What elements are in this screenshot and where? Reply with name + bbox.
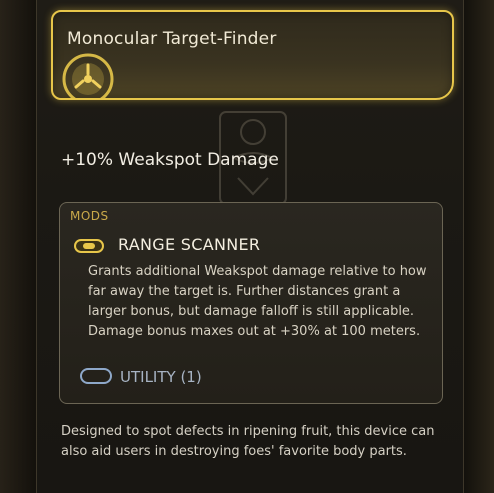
- item-tooltip-card: Monocular Target-Finder +10% Weakspot Da…: [36, 0, 464, 493]
- item-name: Monocular Target-Finder: [67, 29, 277, 49]
- mods-section-label: MODS: [70, 209, 109, 223]
- game-scene: Monocular Target-Finder +10% Weakspot Da…: [0, 0, 494, 493]
- flavor-text: Designed to spot defects in ripening fru…: [61, 424, 435, 459]
- item-stat: +10% Weakspot Damage: [61, 150, 279, 170]
- mods-panel: MODS RANGE SCANNER Grants additional Wea…: [59, 202, 443, 404]
- utility-slot-icon: [80, 368, 112, 384]
- range-scanner-icon: [74, 239, 104, 253]
- background-right: [464, 0, 494, 493]
- item-header: Monocular Target-Finder: [51, 10, 454, 100]
- mod-name: RANGE SCANNER: [118, 235, 261, 254]
- utility-slot: UTILITY (1): [80, 368, 202, 386]
- utility-slot-label: UTILITY (1): [120, 368, 202, 386]
- rarity-emblem-icon: [62, 53, 114, 98]
- background-left: [0, 0, 36, 493]
- mod-description: Grants additional Weakspot damage relati…: [88, 264, 427, 339]
